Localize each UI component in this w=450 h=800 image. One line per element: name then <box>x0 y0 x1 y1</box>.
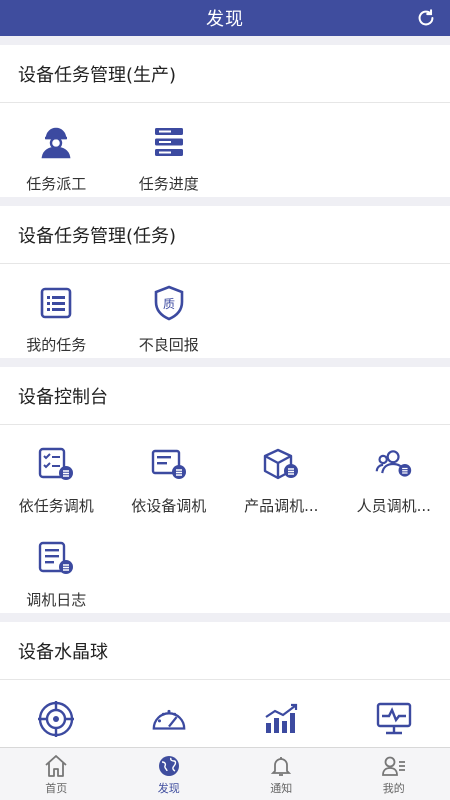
section-production: 设备任务管理(生产) 任务派工 任务进度 <box>0 45 450 197</box>
tab-discover[interactable]: 发现 <box>113 748 226 800</box>
discover-content: 设备任务管理(生产) 任务派工 任务进度 设备任务管理(任务) 我的任务 质 不… <box>0 36 450 747</box>
page-title: 发现 <box>206 9 244 30</box>
item-adjust-by-personnel[interactable]: 人员调机... <box>338 425 450 519</box>
checklist-icon <box>37 445 75 483</box>
svg-text:质: 质 <box>163 297 175 311</box>
section-title: 设备水晶球 <box>0 622 450 680</box>
item-gauge[interactable] <box>113 680 226 747</box>
item-label: 我的任务 <box>26 336 87 354</box>
tab-notify[interactable]: 通知 <box>225 748 338 800</box>
list-icon <box>37 284 75 322</box>
tab-label: 通知 <box>270 781 293 795</box>
item-label: 任务派工 <box>26 175 87 193</box>
worker-icon <box>37 123 75 161</box>
item-label: 产品调机... <box>244 497 319 515</box>
item-label: 不良回报 <box>138 336 199 354</box>
tab-label: 发现 <box>157 781 180 795</box>
item-label: 人员调机... <box>356 497 431 515</box>
section-title: 设备控制台 <box>0 367 450 425</box>
box-icon <box>262 445 300 483</box>
item-my-tasks[interactable]: 我的任务 <box>0 264 113 358</box>
item-adjust-by-product[interactable]: 产品调机... <box>225 425 338 519</box>
item-monitor[interactable] <box>338 680 450 747</box>
log-icon <box>37 539 75 577</box>
tab-home[interactable]: 首页 <box>0 748 113 800</box>
stack-icon <box>150 123 188 161</box>
bell-icon <box>267 753 295 779</box>
item-target[interactable] <box>0 680 113 747</box>
section-console: 设备控制台 依任务调机 依设备调机 产品调机... 人员调机... 调机日志 <box>0 367 450 613</box>
bar-chart-icon <box>262 700 300 738</box>
tab-me[interactable]: 我的 <box>338 748 450 800</box>
item-bar-chart[interactable] <box>225 680 338 747</box>
tab-label: 我的 <box>382 781 405 795</box>
section-title: 设备任务管理(生产) <box>0 45 450 103</box>
item-label: 依任务调机 <box>18 497 94 515</box>
refresh-icon[interactable] <box>414 6 438 30</box>
item-adjust-log[interactable]: 调机日志 <box>0 519 113 613</box>
monitor-icon <box>375 700 413 738</box>
gauge-icon <box>150 700 188 738</box>
item-label: 调机日志 <box>26 591 87 609</box>
item-task-dispatch[interactable]: 任务派工 <box>0 103 113 197</box>
user-icon <box>380 753 408 779</box>
people-icon <box>375 445 413 483</box>
item-adjust-by-task[interactable]: 依任务调机 <box>0 425 113 519</box>
globe-icon <box>155 753 183 779</box>
item-defect-report[interactable]: 质 不良回报 <box>113 264 226 358</box>
item-label: 任务进度 <box>138 175 199 193</box>
section-title: 设备任务管理(任务) <box>0 206 450 264</box>
tab-label: 首页 <box>45 781 68 795</box>
item-adjust-by-device[interactable]: 依设备调机 <box>113 425 226 519</box>
top-bar: 发现 <box>0 0 450 36</box>
target-icon <box>37 700 75 738</box>
section-tasks: 设备任务管理(任务) 我的任务 质 不良回报 <box>0 206 450 358</box>
item-task-progress[interactable]: 任务进度 <box>113 103 226 197</box>
section-crystal-ball: 设备水晶球 <box>0 622 450 747</box>
device-icon <box>150 445 188 483</box>
item-label: 依设备调机 <box>131 497 207 515</box>
quality-shield-icon: 质 <box>150 284 188 322</box>
home-icon <box>42 753 70 779</box>
tab-bar: 首页 发现 通知 我的 <box>0 747 450 800</box>
